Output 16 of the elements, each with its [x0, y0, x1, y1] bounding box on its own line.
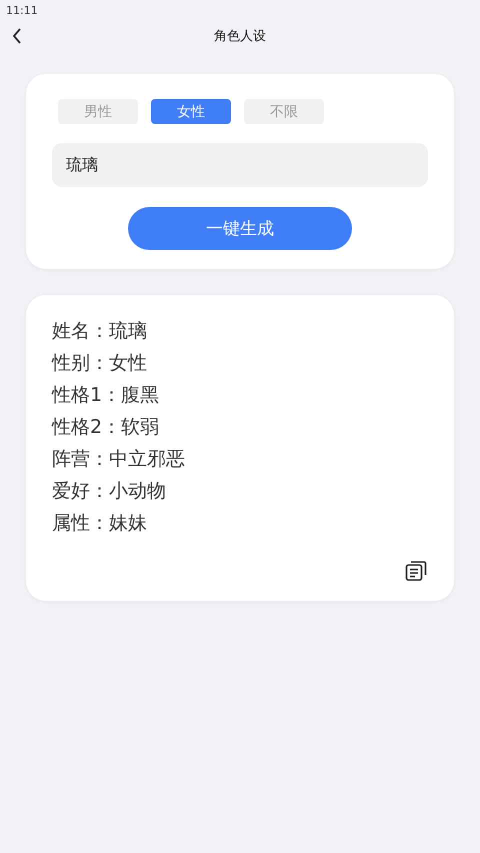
- result-line: 姓名：琉璃: [52, 319, 147, 344]
- result-line: 性格1：腹黑: [52, 383, 160, 408]
- gender-tab[interactable]: 女性: [151, 99, 231, 124]
- result-line: 阵营：中立邪恶: [52, 447, 185, 472]
- gender-tab[interactable]: 男性: [58, 99, 138, 124]
- generate-button[interactable]: 一键生成: [128, 207, 352, 250]
- result-line: 性别：女性: [52, 351, 147, 376]
- name-field[interactable]: 琉璃: [52, 143, 428, 187]
- result-line: 属性：妹妹: [52, 511, 147, 536]
- copy-icon[interactable]: [405, 559, 427, 581]
- page-title: 角色人设: [214, 28, 266, 45]
- status-time: 11:11: [6, 4, 38, 16]
- back-icon[interactable]: [12, 28, 22, 44]
- result-line: 性格2：软弱: [52, 415, 160, 440]
- result-line: 爱好：小动物: [52, 479, 166, 504]
- gender-tab[interactable]: 不限: [244, 99, 324, 124]
